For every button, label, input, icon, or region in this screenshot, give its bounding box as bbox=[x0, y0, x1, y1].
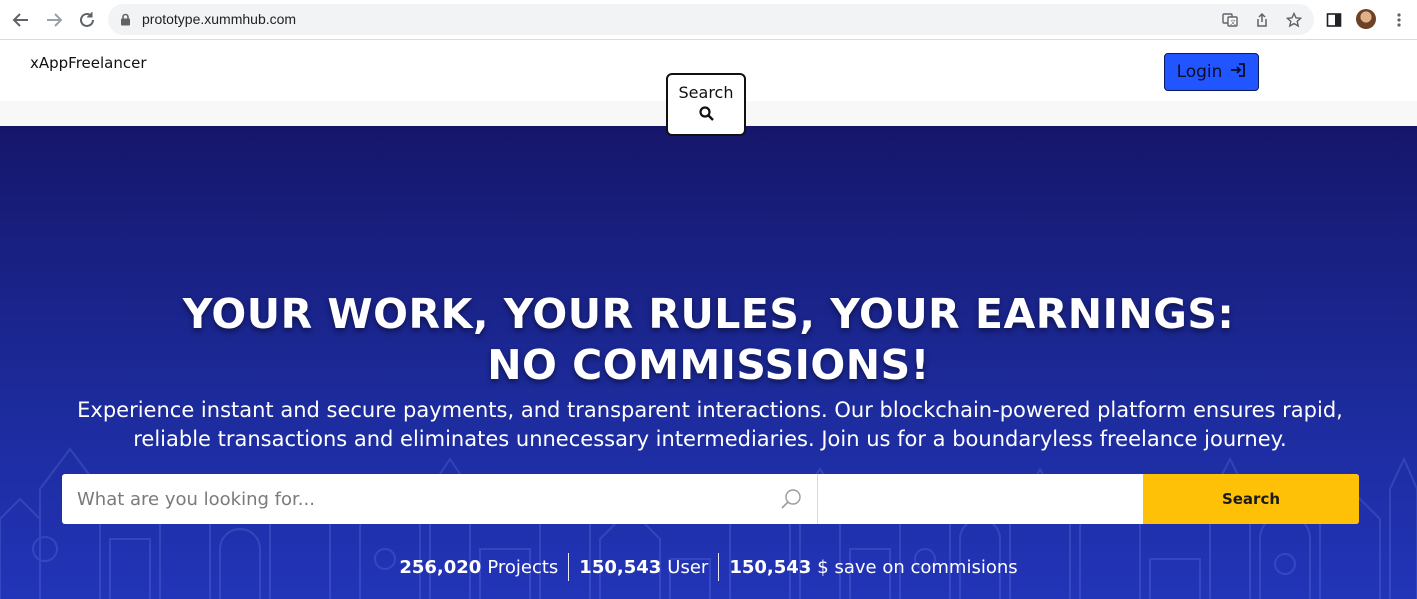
svg-text:文: 文 bbox=[1230, 19, 1236, 27]
side-panel-icon[interactable] bbox=[1322, 8, 1346, 32]
stat-projects: 256,020 Projects bbox=[389, 557, 568, 578]
back-arrow-icon[interactable] bbox=[9, 8, 33, 32]
stat-value: 150,543 bbox=[579, 556, 662, 578]
lock-icon bbox=[120, 13, 131, 31]
stat-label: User bbox=[667, 556, 709, 578]
forward-arrow-icon[interactable] bbox=[42, 8, 66, 32]
stat-label: $ save on commisions bbox=[817, 556, 1018, 578]
stat-savings: 150,543 $ save on commisions bbox=[719, 557, 1027, 578]
stats-bar: 256,020 Projects 150,543 User 150,543 $ … bbox=[0, 553, 1417, 581]
stat-value: 256,020 bbox=[399, 556, 482, 578]
header-search-label: Search bbox=[678, 83, 734, 102]
kebab-menu-icon[interactable] bbox=[1387, 8, 1411, 32]
login-label: Login bbox=[1176, 62, 1223, 82]
hero-headline-line1: YOUR WORK, YOUR RULES, YOUR EARNINGS: bbox=[182, 290, 1235, 338]
stat-label: Projects bbox=[487, 556, 559, 578]
hero-section: YOUR WORK, YOUR RULES, YOUR EARNINGS: NO… bbox=[0, 126, 1417, 599]
stat-value: 150,543 bbox=[729, 556, 812, 578]
star-icon[interactable] bbox=[1286, 12, 1302, 28]
keyword-search-input[interactable] bbox=[62, 474, 817, 524]
login-icon bbox=[1230, 62, 1246, 83]
search-icon bbox=[698, 106, 714, 126]
stat-users: 150,543 User bbox=[569, 557, 718, 578]
hero-headline-line2: NO COMMISSIONS! bbox=[487, 341, 930, 389]
site-logo[interactable]: xAppFreelancer bbox=[30, 54, 147, 72]
stat-divider bbox=[568, 553, 570, 581]
hero-subtitle: Experience instant and secure payments, … bbox=[77, 398, 1343, 451]
secondary-search-input[interactable] bbox=[818, 474, 1143, 524]
hero-search-bar: Search bbox=[62, 474, 1359, 524]
header-search-button[interactable]: Search bbox=[666, 73, 746, 136]
translate-icon[interactable]: 文 bbox=[1222, 12, 1238, 28]
share-icon[interactable] bbox=[1254, 12, 1270, 28]
reload-icon[interactable] bbox=[75, 8, 99, 32]
stat-divider bbox=[718, 553, 720, 581]
url-text: prototype.xummhub.com bbox=[142, 11, 297, 27]
browser-toolbar: prototype.xummhub.com 文 bbox=[0, 0, 1417, 40]
login-button[interactable]: Login bbox=[1164, 53, 1259, 91]
hero-search-button[interactable]: Search bbox=[1143, 474, 1359, 524]
profile-avatar[interactable] bbox=[1356, 9, 1376, 29]
address-bar[interactable]: prototype.xummhub.com 文 bbox=[108, 4, 1314, 35]
search-icon bbox=[780, 488, 802, 515]
